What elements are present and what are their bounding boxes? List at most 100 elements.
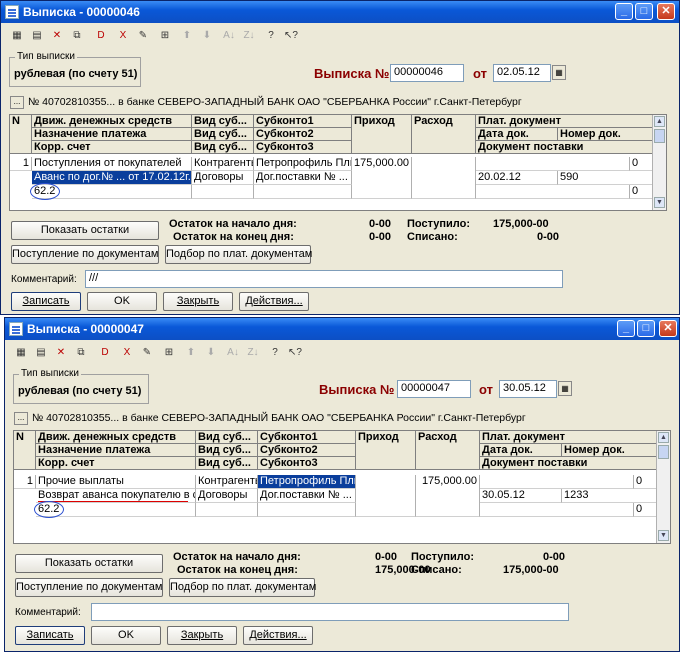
cell-sub3[interactable] — [254, 185, 352, 199]
comment-field[interactable]: /// — [85, 270, 563, 288]
cell-sub1[interactable]: Петропрофиль Плюс — [258, 475, 356, 489]
copy-row-icon[interactable]: ⧉ — [69, 28, 85, 43]
scroll-up-icon[interactable]: ▲ — [654, 116, 665, 127]
cell-paydoc-ref[interactable]: 0 — [634, 475, 658, 489]
save-icon[interactable]: ▦ — [13, 345, 29, 360]
edit-icon[interactable]: ✎ — [135, 28, 151, 43]
whatsthis-icon[interactable]: ↖? — [283, 28, 299, 43]
copy-icon[interactable]: ▤ — [33, 345, 49, 360]
cell-kind3[interactable] — [192, 185, 254, 199]
cell-kind2[interactable]: Договоры — [192, 171, 254, 185]
whatsthis-icon[interactable]: ↖? — [287, 345, 303, 360]
cell-docnum[interactable]: 590 — [558, 171, 654, 185]
delete-icon[interactable]: ✕ — [49, 28, 65, 43]
arrow-up-icon[interactable]: ⬆ — [179, 28, 195, 43]
sort-desc-icon[interactable]: Z↓ — [241, 28, 257, 43]
sort-desc-icon[interactable]: Z↓ — [245, 345, 261, 360]
cell-kind3[interactable] — [196, 503, 258, 517]
table-scrollbar[interactable]: ▲ ▼ — [656, 431, 670, 543]
cell-supply-ref[interactable]: 0 — [630, 185, 654, 199]
scroll-thumb[interactable] — [658, 445, 669, 459]
doc-x-icon[interactable]: X — [119, 345, 135, 360]
cell-supply-ref[interactable]: 0 — [634, 503, 658, 517]
cell-docdate[interactable]: 30.05.12 — [480, 489, 562, 503]
save-icon[interactable]: ▦ — [9, 28, 25, 43]
doc-number-field[interactable]: 00000047 — [397, 380, 471, 398]
write-button[interactable]: Записать — [15, 626, 85, 645]
arrow-up-icon[interactable]: ⬆ — [183, 345, 199, 360]
help-icon[interactable]: ? — [263, 28, 279, 43]
cell-income[interactable] — [356, 475, 416, 517]
cell-kind1[interactable]: Контрагенты — [196, 475, 258, 489]
calendar-icon[interactable]: ▦ — [552, 65, 566, 80]
title-bar[interactable]: Выписка - 00000046 _ □ ✕ — [1, 1, 679, 23]
sort-asc-icon[interactable]: A↓ — [221, 28, 237, 43]
cell-kind1[interactable]: Контрагенты — [192, 157, 254, 171]
ok-button[interactable]: OK — [87, 292, 157, 311]
show-balance-button[interactable]: Показать остатки — [11, 221, 159, 240]
close-button[interactable]: ✕ — [659, 320, 677, 337]
cell-sub2[interactable]: Дог.поставки № ... о — [254, 171, 352, 185]
cell-kind2[interactable]: Договоры — [196, 489, 258, 503]
show-balance-button[interactable]: Показать остатки — [15, 554, 163, 573]
doc-delete-icon[interactable]: D — [93, 28, 109, 43]
cell-flow[interactable]: Прочие выплаты — [36, 475, 196, 489]
close-button[interactable]: ✕ — [657, 3, 675, 20]
doc-x-icon[interactable]: X — [115, 28, 131, 43]
edit-icon[interactable]: ✎ — [139, 345, 155, 360]
doc-number-field[interactable]: 00000046 — [390, 64, 464, 82]
scroll-down-icon[interactable]: ▼ — [658, 530, 669, 541]
receipt-by-docs-button[interactable]: Поступление по документам — [15, 578, 163, 597]
minimize-button[interactable]: _ — [615, 3, 633, 20]
scroll-up-icon[interactable]: ▲ — [658, 432, 669, 443]
close-window-button[interactable]: Закрыть — [167, 626, 237, 645]
cell-income[interactable]: 175,000.00 — [352, 157, 412, 199]
sort-asc-icon[interactable]: A↓ — [225, 345, 241, 360]
cell-paydoc-ref[interactable]: 0 — [630, 157, 654, 171]
copy-icon[interactable]: ▤ — [29, 28, 45, 43]
cell-sub1[interactable]: Петропрофиль Плюс — [254, 157, 352, 171]
copy-row-icon[interactable]: ⧉ — [73, 345, 89, 360]
delete-icon[interactable]: ✕ — [53, 345, 69, 360]
close-window-button[interactable]: Закрыть — [163, 292, 233, 311]
select-by-docs-button[interactable]: Подбор по плат. документам — [169, 578, 316, 597]
insert-icon[interactable]: ⊞ — [157, 28, 173, 43]
doc-date-field[interactable]: 30.05.12 — [499, 380, 557, 398]
cell-supply[interactable] — [480, 503, 634, 517]
maximize-button[interactable]: □ — [635, 3, 653, 20]
title-bar[interactable]: Выписка - 00000047 _ □ ✕ — [5, 318, 679, 340]
cell-docdate[interactable]: 20.02.12 — [476, 171, 558, 185]
ok-button[interactable]: OK — [91, 626, 161, 645]
table-scrollbar[interactable]: ▲ ▼ — [652, 115, 666, 210]
cell-supply[interactable] — [476, 185, 630, 199]
cell-expense[interactable]: 175,000.00 — [416, 475, 480, 517]
help-icon[interactable]: ? — [267, 345, 283, 360]
arrow-down-icon[interactable]: ⬇ — [203, 345, 219, 360]
doc-date-field[interactable]: 02.05.12 — [493, 64, 551, 82]
minimize-button[interactable]: _ — [617, 320, 635, 337]
cell-paydoc[interactable] — [480, 475, 634, 489]
cell-paydoc[interactable] — [476, 157, 630, 171]
select-by-docs-button[interactable]: Подбор по плат. документам — [165, 245, 312, 264]
cell-sub2[interactable]: Дог.поставки № ... о — [258, 489, 356, 503]
cell-sub3[interactable] — [258, 503, 356, 517]
receipt-by-docs-button[interactable]: Поступление по документам — [11, 245, 159, 264]
scroll-thumb[interactable] — [654, 129, 665, 143]
cell-expense[interactable] — [412, 157, 476, 199]
actions-button[interactable]: Действия... — [239, 292, 309, 311]
cell-n[interactable]: 1 — [10, 157, 32, 171]
account-select-button[interactable]: ... — [10, 96, 24, 109]
doc-delete-icon[interactable]: D — [97, 345, 113, 360]
comment-field[interactable] — [91, 603, 569, 621]
cell-n[interactable]: 1 — [14, 475, 36, 489]
write-button[interactable]: Записать — [11, 292, 81, 311]
account-select-button[interactable]: ... — [14, 412, 28, 425]
scroll-down-icon[interactable]: ▼ — [654, 197, 665, 208]
maximize-button[interactable]: □ — [637, 320, 655, 337]
cell-purpose[interactable]: Аванс по дог.№ ... от 17.02.12г. — [32, 171, 192, 185]
calendar-icon[interactable]: ▦ — [558, 381, 572, 396]
cell-docnum[interactable]: 1233 — [562, 489, 658, 503]
insert-icon[interactable]: ⊞ — [161, 345, 177, 360]
arrow-down-icon[interactable]: ⬇ — [199, 28, 215, 43]
cell-flow[interactable]: Поступления от покупателей — [32, 157, 192, 171]
